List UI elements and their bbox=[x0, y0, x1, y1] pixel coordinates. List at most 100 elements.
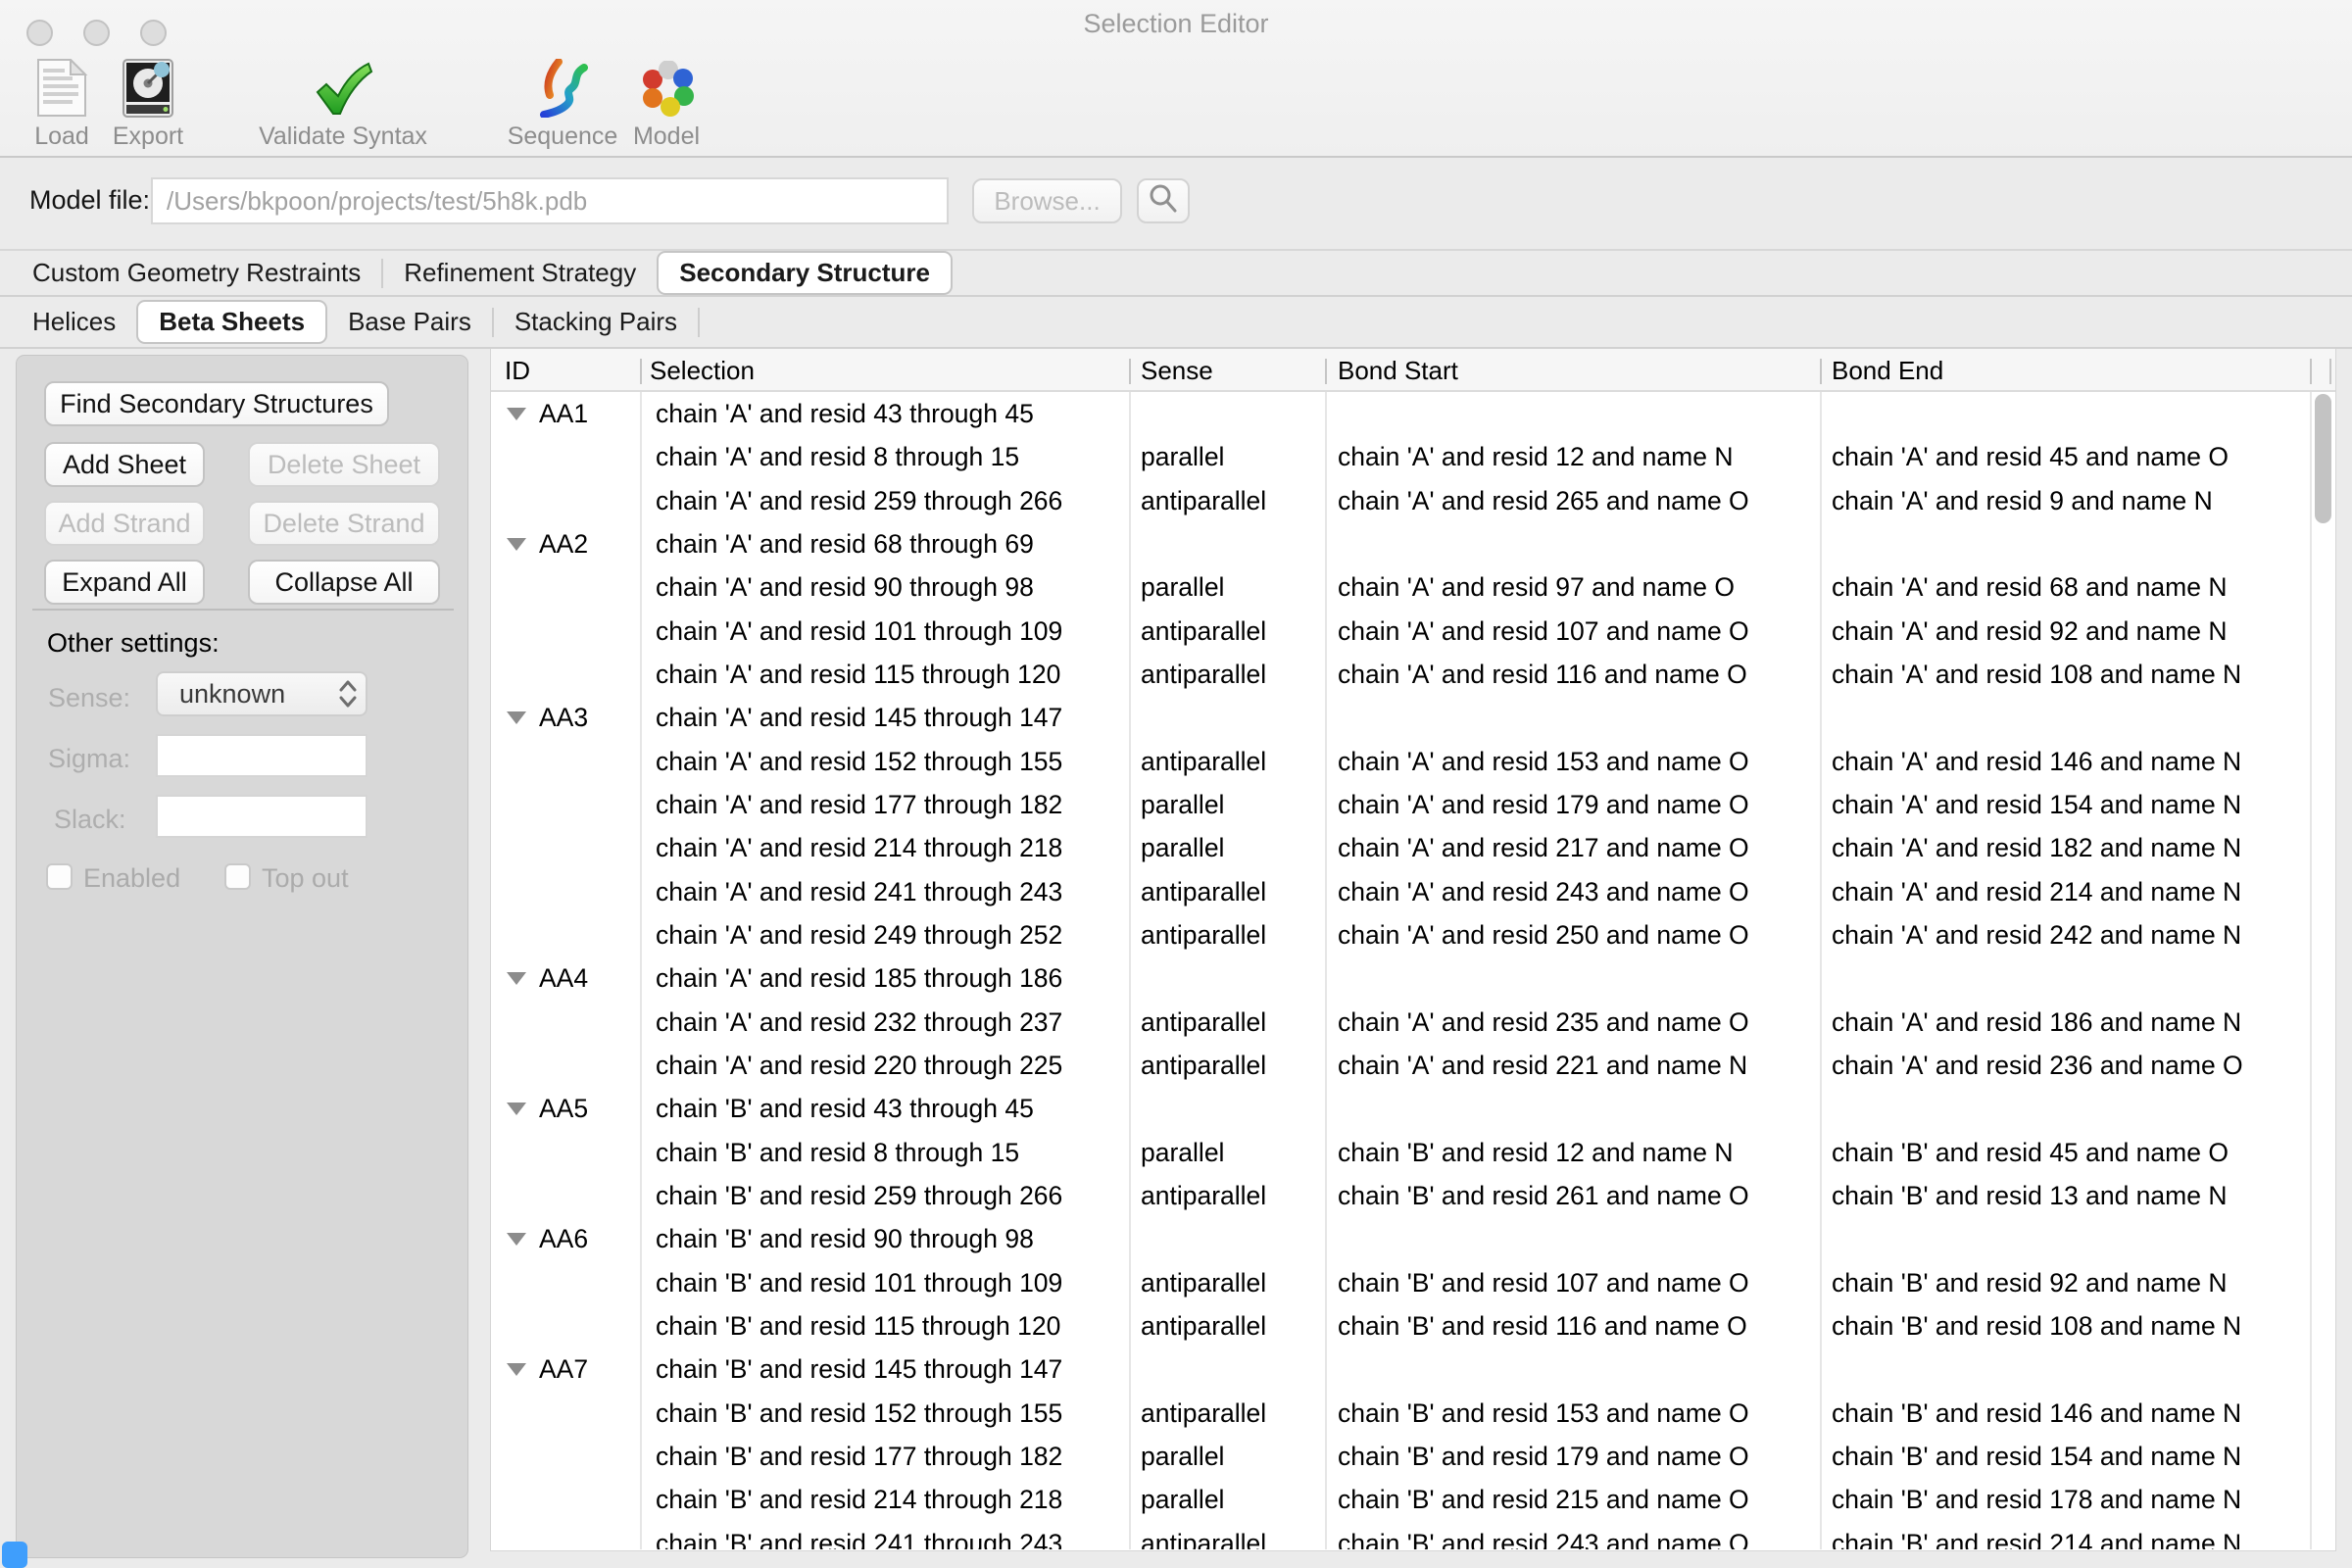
disclosure-triangle-icon[interactable] bbox=[507, 408, 526, 420]
row-id-cell bbox=[491, 783, 640, 826]
row-selection: chain 'B' and resid 101 through 109 bbox=[640, 1261, 1129, 1304]
column-divider[interactable] bbox=[640, 359, 642, 384]
tab-secondary-structure[interactable]: Secondary Structure bbox=[657, 251, 953, 295]
find-secondary-structures-button[interactable]: Find Secondary Structures bbox=[44, 381, 389, 426]
table-row[interactable]: chain 'A' and resid 8 through 15parallel… bbox=[491, 435, 2335, 478]
export-toolbar-button[interactable]: Export bbox=[102, 55, 194, 151]
model-toolbar-button[interactable]: Model bbox=[621, 55, 711, 151]
sub-tab-bar: Helices Beta Sheets Base Pairs Stacking … bbox=[0, 297, 2352, 349]
row-selection: chain 'A' and resid 214 through 218 bbox=[640, 826, 1129, 869]
table-row[interactable]: AA4chain 'A' and resid 185 through 186 bbox=[491, 956, 2335, 1000]
model-file-input[interactable] bbox=[151, 177, 949, 224]
row-selection: chain 'A' and resid 259 through 266 bbox=[640, 479, 1129, 522]
table-row[interactable]: chain 'A' and resid 115 through 120antip… bbox=[491, 653, 2335, 696]
column-divider[interactable] bbox=[2310, 359, 2312, 384]
tab-beta-sheets[interactable]: Beta Sheets bbox=[136, 300, 327, 344]
table-row[interactable]: AA3chain 'A' and resid 145 through 147 bbox=[491, 696, 2335, 739]
tab-base-pairs[interactable]: Base Pairs bbox=[327, 302, 492, 343]
row-id-cell bbox=[491, 653, 640, 696]
controls-panel: Find Secondary Structures Add Sheet Dele… bbox=[16, 355, 468, 1558]
disclosure-triangle-icon[interactable] bbox=[507, 538, 526, 551]
row-selection: chain 'A' and resid 90 through 98 bbox=[640, 565, 1129, 609]
delete-strand-button[interactable]: Delete Strand bbox=[248, 501, 440, 546]
disclosure-triangle-icon[interactable] bbox=[507, 711, 526, 724]
row-id-cell bbox=[491, 1478, 640, 1521]
model-file-label: Model file: bbox=[29, 185, 150, 216]
table-row[interactable]: chain 'B' and resid 115 through 120antip… bbox=[491, 1304, 2335, 1348]
row-bond-start: chain 'A' and resid 107 and name O bbox=[1325, 610, 1820, 653]
sense-dropdown[interactable]: unknown bbox=[156, 671, 368, 716]
row-selection: chain 'A' and resid 241 through 243 bbox=[640, 870, 1129, 913]
delete-sheet-button[interactable]: Delete Sheet bbox=[248, 442, 440, 487]
search-file-button[interactable] bbox=[1137, 178, 1190, 223]
validate-syntax-toolbar-button[interactable]: Validate Syntax bbox=[247, 55, 439, 151]
column-header-id[interactable]: ID bbox=[505, 356, 530, 386]
enabled-checkbox[interactable] bbox=[46, 863, 73, 890]
tab-custom-geometry-restraints[interactable]: Custom Geometry Restraints bbox=[12, 253, 381, 294]
row-sense: antiparallel bbox=[1129, 740, 1325, 783]
table-row[interactable]: chain 'A' and resid 152 through 155antip… bbox=[491, 740, 2335, 783]
add-strand-button[interactable]: Add Strand bbox=[44, 501, 205, 546]
tab-helices[interactable]: Helices bbox=[12, 302, 136, 343]
table-row[interactable]: chain 'A' and resid 101 through 109antip… bbox=[491, 610, 2335, 653]
table-row[interactable]: AA5chain 'B' and resid 43 through 45 bbox=[491, 1087, 2335, 1130]
load-toolbar-button[interactable]: Load bbox=[18, 55, 106, 151]
expand-all-button[interactable]: Expand All bbox=[44, 560, 205, 605]
column-divider[interactable] bbox=[1325, 359, 1327, 384]
column-divider[interactable] bbox=[1129, 359, 1131, 384]
table-row[interactable]: chain 'B' and resid 241 through 243antip… bbox=[491, 1522, 2335, 1549]
table-row[interactable]: chain 'B' and resid 101 through 109antip… bbox=[491, 1261, 2335, 1304]
table-row[interactable]: chain 'B' and resid 214 through 218paral… bbox=[491, 1478, 2335, 1521]
row-bond-start: chain 'A' and resid 116 and name O bbox=[1325, 653, 1820, 696]
row-id-cell: AA7 bbox=[491, 1348, 640, 1391]
browse-button[interactable]: Browse... bbox=[972, 178, 1122, 223]
table-row[interactable]: chain 'A' and resid 249 through 252antip… bbox=[491, 913, 2335, 956]
row-sense bbox=[1129, 522, 1325, 565]
table-row[interactable]: chain 'A' and resid 214 through 218paral… bbox=[491, 826, 2335, 869]
disclosure-triangle-icon[interactable] bbox=[507, 1363, 526, 1376]
tab-stacking-pairs[interactable]: Stacking Pairs bbox=[494, 302, 698, 343]
row-bond-end: chain 'B' and resid 108 and name N bbox=[1820, 1304, 2335, 1348]
table-row[interactable]: chain 'B' and resid 8 through 15parallel… bbox=[491, 1131, 2335, 1174]
table-row[interactable]: chain 'A' and resid 177 through 182paral… bbox=[491, 783, 2335, 826]
disclosure-triangle-icon[interactable] bbox=[507, 1102, 526, 1115]
tab-refinement-strategy[interactable]: Refinement Strategy bbox=[383, 253, 657, 294]
table-row[interactable]: chain 'B' and resid 152 through 155antip… bbox=[491, 1392, 2335, 1435]
column-header-sense[interactable]: Sense bbox=[1141, 356, 1213, 386]
column-header-bond-start[interactable]: Bond Start bbox=[1338, 356, 1458, 386]
row-id-label: AA1 bbox=[539, 392, 588, 435]
row-selection: chain 'A' and resid 145 through 147 bbox=[640, 696, 1129, 739]
table-row[interactable]: chain 'A' and resid 90 through 98paralle… bbox=[491, 565, 2335, 609]
table-row[interactable]: chain 'A' and resid 220 through 225antip… bbox=[491, 1044, 2335, 1087]
top-out-checkbox[interactable] bbox=[224, 863, 251, 890]
row-selection: chain 'A' and resid 101 through 109 bbox=[640, 610, 1129, 653]
vertical-scrollbar-thumb[interactable] bbox=[2315, 394, 2331, 523]
row-selection: chain 'A' and resid 8 through 15 bbox=[640, 435, 1129, 478]
table-row[interactable]: AA2chain 'A' and resid 68 through 69 bbox=[491, 522, 2335, 565]
table-row[interactable]: chain 'A' and resid 232 through 237antip… bbox=[491, 1001, 2335, 1044]
disclosure-triangle-icon[interactable] bbox=[507, 972, 526, 985]
sigma-input[interactable] bbox=[156, 734, 368, 777]
table-row[interactable]: AA7chain 'B' and resid 145 through 147 bbox=[491, 1348, 2335, 1391]
row-selection: chain 'B' and resid 177 through 182 bbox=[640, 1435, 1129, 1478]
sigma-label: Sigma: bbox=[48, 744, 130, 774]
row-bond-end: chain 'B' and resid 13 and name N bbox=[1820, 1174, 2335, 1217]
table-row[interactable]: chain 'A' and resid 259 through 266antip… bbox=[491, 479, 2335, 522]
add-sheet-button[interactable]: Add Sheet bbox=[44, 442, 205, 487]
table-row[interactable]: AA1chain 'A' and resid 43 through 45 bbox=[491, 392, 2335, 435]
column-header-selection[interactable]: Selection bbox=[650, 356, 755, 386]
slack-input[interactable] bbox=[156, 795, 368, 838]
table-row[interactable]: chain 'B' and resid 177 through 182paral… bbox=[491, 1435, 2335, 1478]
column-gridline bbox=[1129, 392, 1131, 1549]
column-divider[interactable] bbox=[2329, 359, 2331, 384]
row-bond-start bbox=[1325, 392, 1820, 435]
column-divider[interactable] bbox=[1820, 359, 1822, 384]
table-row[interactable]: AA6chain 'B' and resid 90 through 98 bbox=[491, 1217, 2335, 1260]
sequence-toolbar-button[interactable]: Sequence bbox=[500, 55, 625, 151]
collapse-all-button[interactable]: Collapse All bbox=[248, 560, 440, 605]
column-header-bond-end[interactable]: Bond End bbox=[1832, 356, 1943, 386]
row-selection: chain 'A' and resid 232 through 237 bbox=[640, 1001, 1129, 1044]
table-row[interactable]: chain 'A' and resid 241 through 243antip… bbox=[491, 870, 2335, 913]
disclosure-triangle-icon[interactable] bbox=[507, 1233, 526, 1246]
table-row[interactable]: chain 'B' and resid 259 through 266antip… bbox=[491, 1174, 2335, 1217]
